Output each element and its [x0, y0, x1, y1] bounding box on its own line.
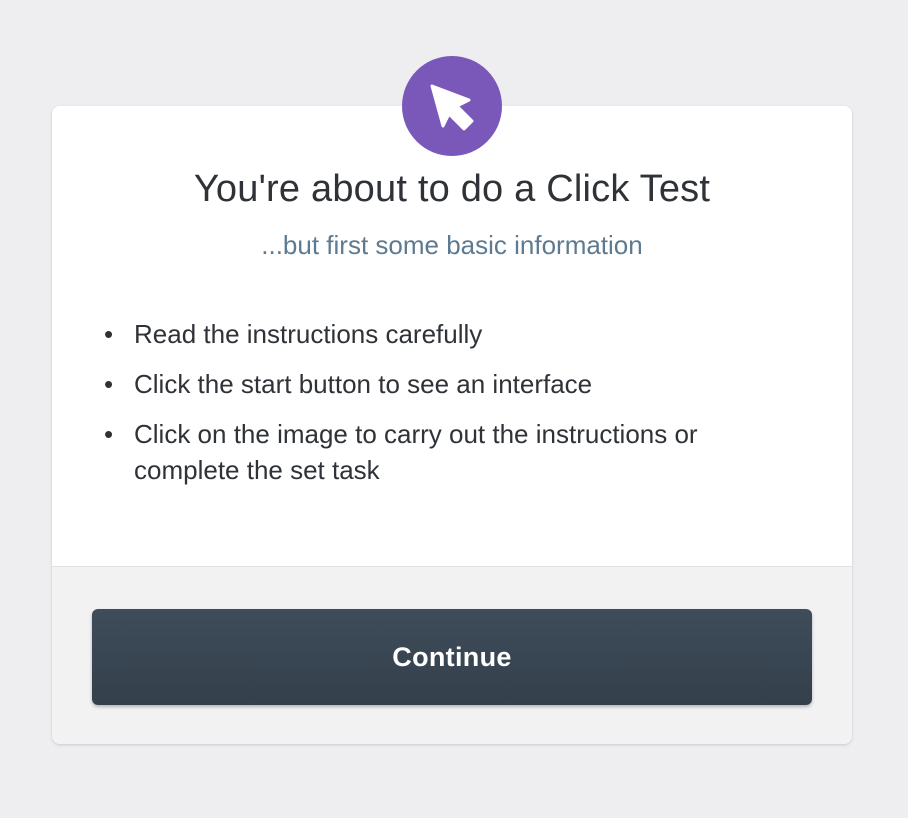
bullet-icon: •	[104, 319, 114, 349]
page-title: You're about to do a Click Test	[193, 168, 711, 210]
cursor-icon-badge	[402, 56, 502, 156]
instructions-list: • Read the instructions carefully • Clic…	[104, 316, 784, 502]
list-item-text: Click the start button to see an interfa…	[134, 369, 593, 399]
list-item-text: Click on the image to carry out the inst…	[134, 419, 698, 485]
list-item: • Click on the image to carry out the in…	[104, 416, 784, 488]
list-item: • Read the instructions carefully	[104, 316, 784, 352]
page-subtitle: ...but first some basic information	[261, 230, 643, 260]
list-item: • Click the start button to see an inter…	[104, 366, 784, 402]
intro-card: You're about to do a Click Test ...but f…	[52, 106, 852, 744]
cursor-icon	[430, 84, 474, 131]
bullet-icon: •	[104, 419, 114, 449]
continue-button[interactable]: Continue	[92, 609, 812, 705]
list-item-text: Read the instructions carefully	[134, 319, 483, 349]
card-body: You're about to do a Click Test ...but f…	[52, 106, 852, 566]
card-footer: Continue	[52, 566, 852, 744]
bullet-icon: •	[104, 369, 114, 399]
